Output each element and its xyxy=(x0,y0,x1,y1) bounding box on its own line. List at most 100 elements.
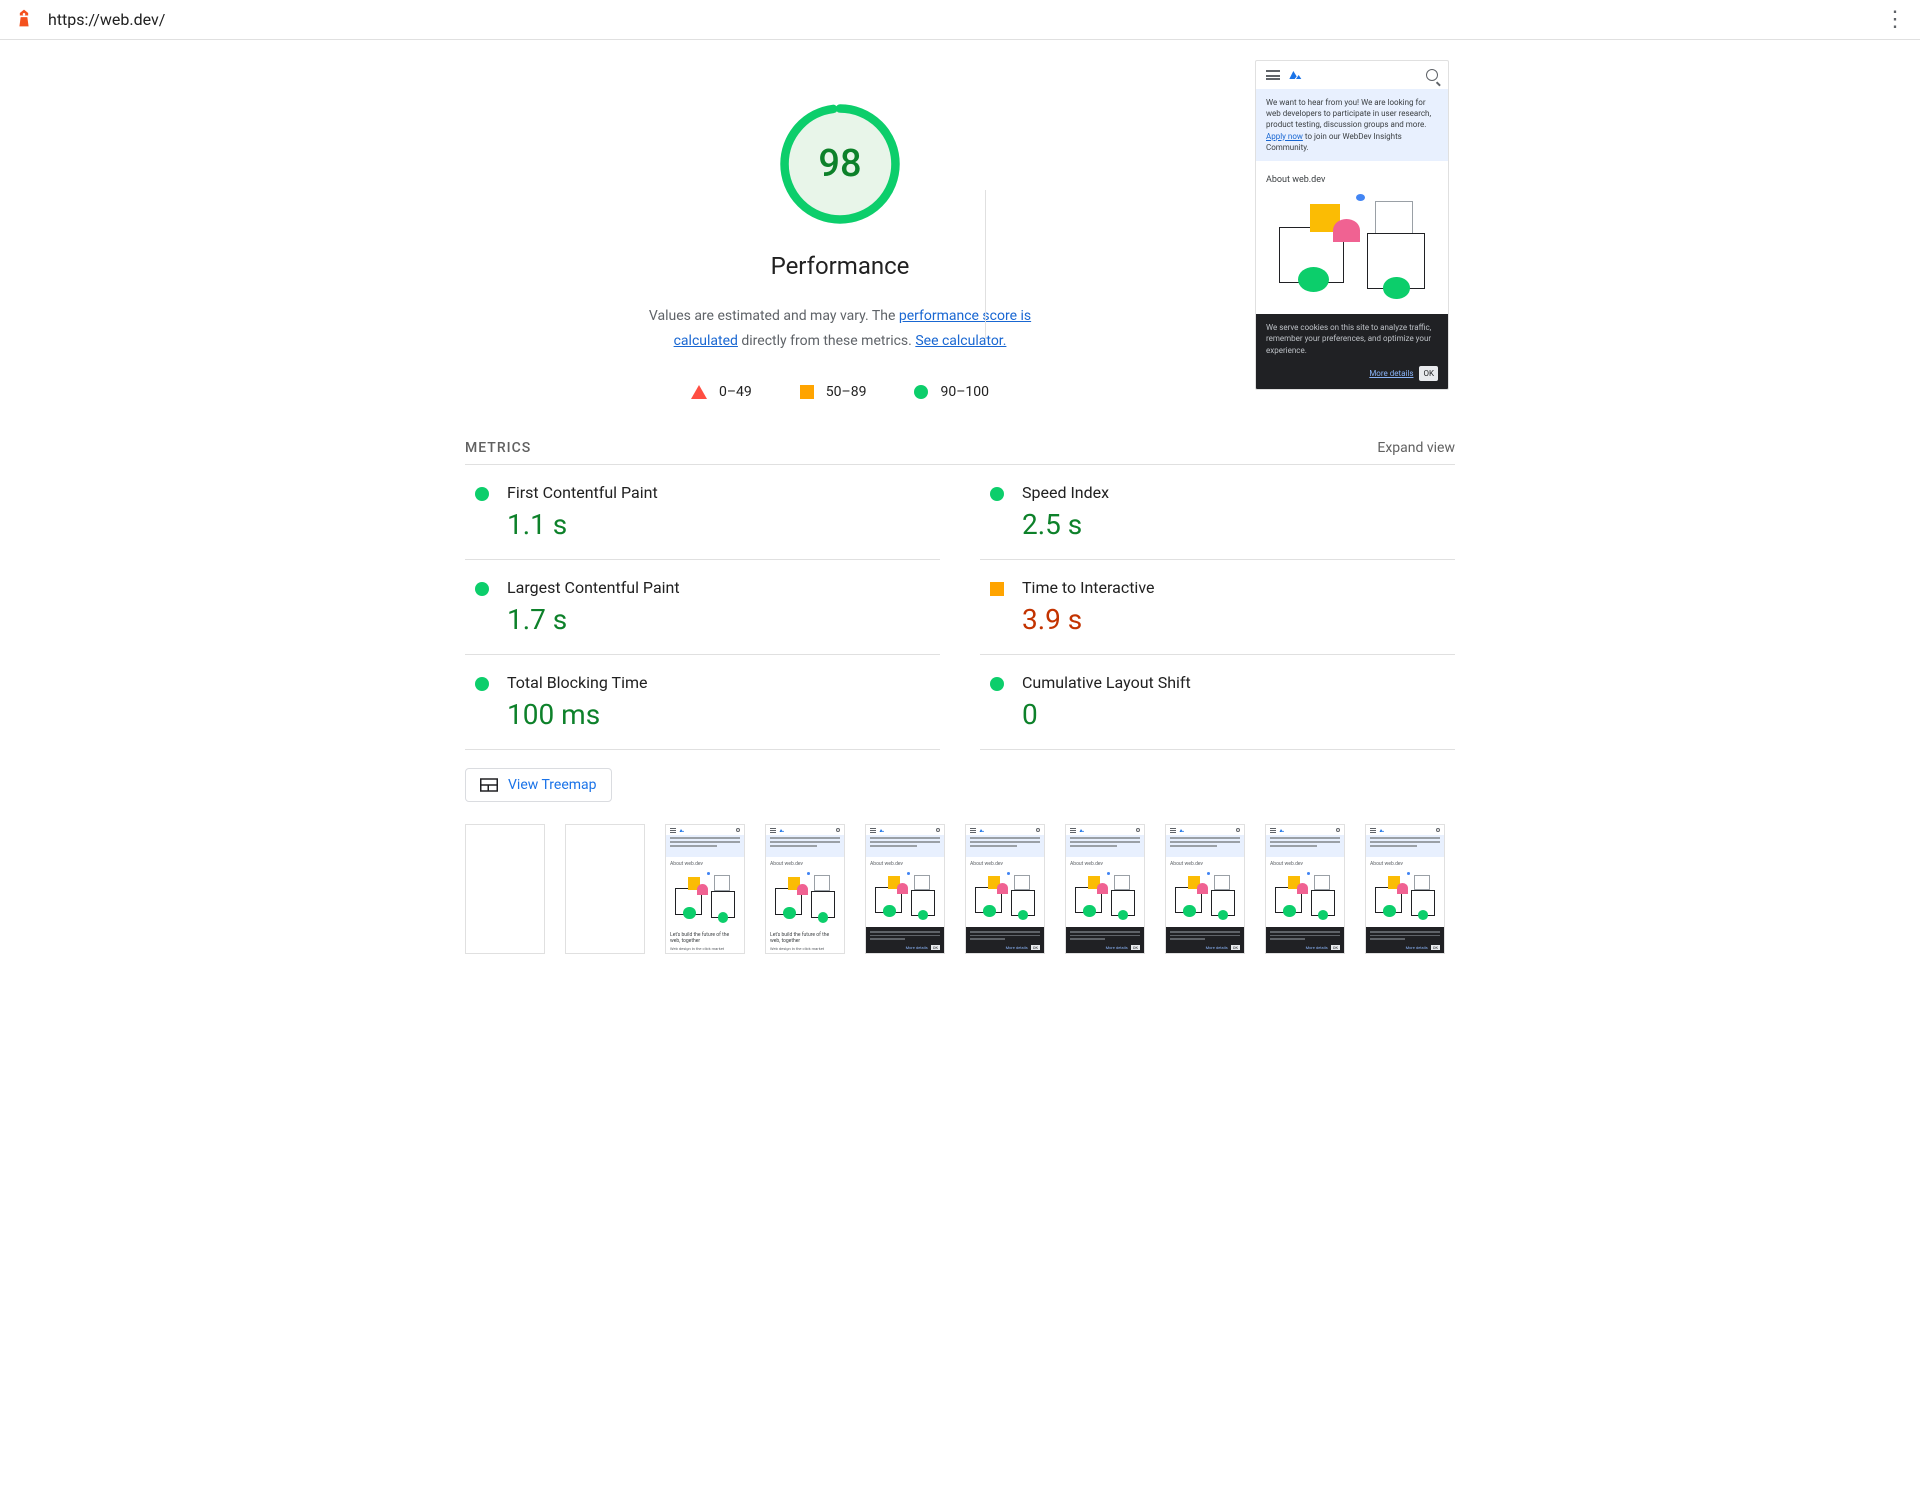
legend-avg-range: 50–89 xyxy=(826,384,867,400)
filmstrip: About web.dev Let's build the future of t… xyxy=(465,824,1455,954)
metric-row: Largest Contentful Paint 1.7 s xyxy=(465,560,940,655)
filmstrip-thumbnail[interactable] xyxy=(465,824,545,954)
score-description: Values are estimated and may vary. The p… xyxy=(620,304,1060,354)
hamburger-icon xyxy=(1170,828,1176,833)
metric-name: Cumulative Layout Shift xyxy=(1022,673,1191,692)
hamburger-icon xyxy=(870,828,876,833)
metric-value: 3.9 s xyxy=(1022,603,1154,636)
thumb-ok: OK xyxy=(1031,945,1040,950)
site-logo-icon xyxy=(879,828,885,833)
metric-name: First Contentful Paint xyxy=(507,483,658,502)
thumb-illustration xyxy=(966,869,1044,927)
vertical-divider xyxy=(985,190,986,340)
expand-view-button[interactable]: Expand view xyxy=(1377,440,1455,456)
category-title: Performance xyxy=(771,252,910,280)
site-logo-icon xyxy=(1279,828,1285,833)
pass-circle-icon xyxy=(475,677,489,691)
filmstrip-thumbnail[interactable]: About web.devMore detailsOK xyxy=(965,824,1045,954)
search-icon xyxy=(936,828,940,832)
filmstrip-thumbnail[interactable]: About web.dev More detailsOK xyxy=(1065,824,1145,954)
filmstrip-thumbnail[interactable]: About web.devMore detailsOK xyxy=(1365,824,1445,954)
filmstrip-thumbnail[interactable] xyxy=(565,824,645,954)
pass-circle-icon xyxy=(990,487,1004,501)
preview-banner: We want to hear from you! We are looking… xyxy=(1256,89,1448,161)
thumb-ok: OK xyxy=(931,945,940,950)
metric-value: 1.7 s xyxy=(507,603,680,636)
hamburger-icon xyxy=(670,828,676,833)
thumb-about: About web.dev xyxy=(1266,857,1344,869)
thumb-more-link: More details xyxy=(1406,945,1428,950)
thumb-more-link: More details xyxy=(1206,945,1228,950)
site-logo-icon xyxy=(1179,828,1185,833)
site-logo-icon xyxy=(1079,828,1085,833)
metric-name: Speed Index xyxy=(1022,483,1109,502)
fail-triangle-icon xyxy=(691,385,707,399)
site-logo-icon xyxy=(679,828,685,833)
hamburger-icon xyxy=(1270,828,1276,833)
thumb-ok: OK xyxy=(1331,945,1340,950)
thumb-about: About web.dev xyxy=(666,857,744,869)
overflow-menu-button[interactable]: ⋮ xyxy=(1884,9,1906,31)
thumb-ok: OK xyxy=(1131,945,1140,950)
view-treemap-button[interactable]: View Treemap xyxy=(465,768,612,802)
report-content: 98 Performance Values are estimated and … xyxy=(465,40,1455,994)
topbar: https://web.dev/ ⋮ xyxy=(0,0,1920,40)
hamburger-icon xyxy=(1370,828,1376,833)
thumb-subtext: Web design in the click market xyxy=(766,946,844,953)
filmstrip-thumbnail[interactable]: About web.devMore detailsOK xyxy=(1165,824,1245,954)
thumb-more-link: More details xyxy=(906,945,928,950)
filmstrip-thumbnail[interactable]: About web.devLet's build the future of t… xyxy=(765,824,845,954)
search-icon xyxy=(836,828,840,832)
metric-row: Time to Interactive3.9 s xyxy=(980,560,1455,655)
average-square-icon xyxy=(800,385,814,399)
ok-button-preview: OK xyxy=(1419,366,1438,381)
pass-circle-icon xyxy=(475,487,489,501)
filmstrip-thumbnail[interactable]: About web.dev More detailsOK xyxy=(1265,824,1345,954)
pass-circle-icon xyxy=(914,385,928,399)
search-icon xyxy=(1426,69,1438,81)
thumb-about: About web.dev xyxy=(1066,857,1144,869)
site-logo-icon xyxy=(1379,828,1385,833)
hamburger-icon xyxy=(1070,828,1076,833)
thumb-more-link: More details xyxy=(1006,945,1028,950)
pass-circle-icon xyxy=(990,677,1004,691)
metric-row: Total Blocking Time 100 ms xyxy=(465,655,940,750)
thumb-more-link: More details xyxy=(1106,945,1128,950)
final-screenshot: We want to hear from you! We are looking… xyxy=(1255,60,1449,390)
site-logo-icon xyxy=(779,828,785,833)
filmstrip-thumbnail[interactable]: About web.devMore detailsOK xyxy=(865,824,945,954)
search-icon xyxy=(1236,828,1240,832)
preview-about-heading: About web.dev xyxy=(1256,161,1448,189)
search-icon xyxy=(1136,828,1140,832)
thumb-illustration xyxy=(766,869,844,930)
thumb-illustration xyxy=(666,869,744,930)
hamburger-icon xyxy=(770,828,776,833)
preview-illustration xyxy=(1256,189,1448,314)
metric-name: Total Blocking Time xyxy=(507,673,647,692)
metric-value: 100 ms xyxy=(507,698,647,731)
metrics-grid: First Contentful Paint1.1 sSpeed Index2.… xyxy=(465,464,1455,750)
thumb-headline: Let's build the future of the web, toget… xyxy=(766,930,844,946)
site-logo-icon xyxy=(979,828,985,833)
metric-name: Largest Contentful Paint xyxy=(507,578,680,597)
site-logo-icon xyxy=(1288,69,1304,81)
preview-cookie-banner: We serve cookies on this site to analyze… xyxy=(1256,314,1448,389)
thumb-about: About web.dev xyxy=(1166,857,1244,869)
metric-row: First Contentful Paint1.1 s xyxy=(465,465,940,560)
metric-row: Cumulative Layout Shift 0 xyxy=(980,655,1455,750)
search-icon xyxy=(1036,828,1040,832)
calculator-link[interactable]: See calculator. xyxy=(915,333,1006,349)
pass-circle-icon xyxy=(475,582,489,596)
score-gauge: 98 xyxy=(776,100,904,228)
page-url: https://web.dev/ xyxy=(48,10,165,29)
thumb-more-link: More details xyxy=(1306,945,1328,950)
thumb-subtext: Web design in the click market xyxy=(666,946,744,953)
score-value: 98 xyxy=(776,100,904,228)
metric-value: 0 xyxy=(1022,698,1191,731)
legend-pass-range: 90–100 xyxy=(940,384,989,400)
score-legend: 0–49 50–89 90–100 xyxy=(691,384,989,400)
treemap-icon xyxy=(480,778,498,792)
filmstrip-thumbnail[interactable]: About web.devLet's build the future of t… xyxy=(665,824,745,954)
lighthouse-icon xyxy=(14,8,34,32)
thumb-illustration xyxy=(866,869,944,927)
